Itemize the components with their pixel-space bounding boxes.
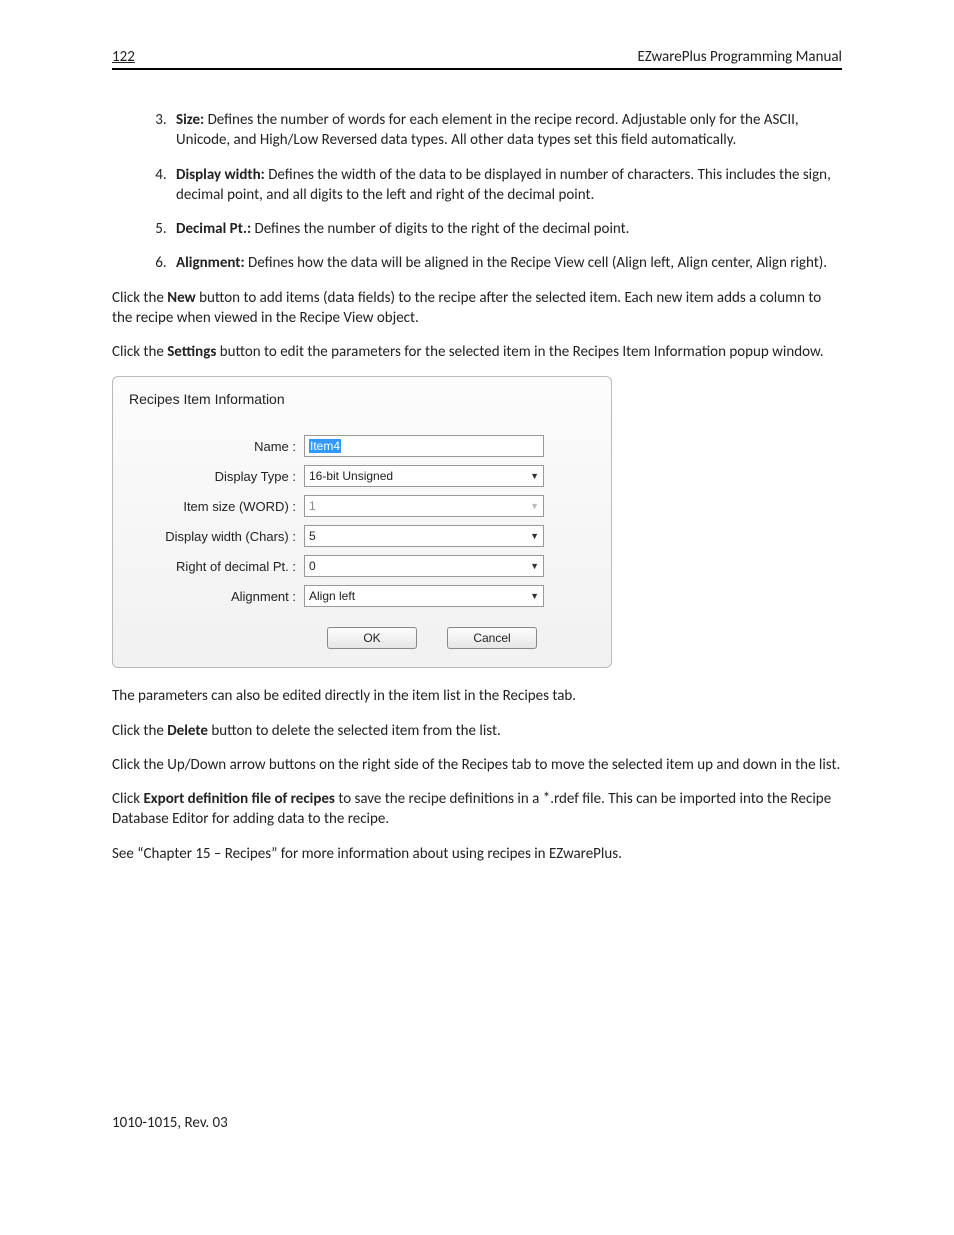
display-type-value: 16-bit Unsigned — [309, 469, 393, 483]
list-term: Decimal Pt.: — [176, 220, 251, 238]
list-term: Size: — [176, 111, 204, 129]
list-term: Display width: — [176, 166, 265, 184]
row-display-width: Display width (Chars) : 5 ▼ — [129, 525, 595, 547]
list-text: Defines how the data will be aligned in … — [248, 254, 827, 272]
page-header: 122 EZwarePlus Programming Manual — [112, 48, 842, 70]
ok-button[interactable]: OK — [327, 627, 417, 649]
list-text: Defines the number of words for each ele… — [176, 111, 799, 149]
paragraph-updown: Click the Up/Down arrow buttons on the r… — [112, 755, 842, 775]
alignment-select[interactable]: Align left ▼ — [304, 585, 544, 607]
dialog-button-row: OK Cancel — [129, 627, 595, 649]
row-alignment: Alignment : Align left ▼ — [129, 585, 595, 607]
list-item: Alignment: Defines how the data will be … — [170, 253, 842, 273]
list-item: Decimal Pt.: Defines the number of digit… — [170, 219, 842, 239]
paragraph-edit-direct: The parameters can also be edited direct… — [112, 686, 842, 706]
label-decimal-pt: Right of decimal Pt. : — [129, 559, 304, 574]
chevron-down-icon: ▼ — [530, 471, 539, 481]
page-footer: 1010-1015, Rev. 03 — [112, 1114, 842, 1132]
list-text: Defines the width of the data to be disp… — [176, 166, 831, 204]
label-name: Name : — [129, 439, 304, 454]
decimal-pt-select[interactable]: 0 ▼ — [304, 555, 544, 577]
header-title: EZwarePlus Programming Manual — [637, 48, 842, 66]
list-term: Alignment: — [176, 254, 245, 272]
page-number: 122 — [112, 48, 135, 66]
name-input[interactable]: Item4 — [304, 435, 544, 457]
list-item: Display width: Defines the width of the … — [170, 165, 842, 206]
paragraph-new: Click the New button to add items (data … — [112, 288, 842, 329]
display-width-value: 5 — [309, 529, 316, 543]
chevron-down-icon: ▼ — [530, 591, 539, 601]
paragraph-export: Click Export definition file of recipes … — [112, 789, 842, 830]
paragraph-see-chapter: See “Chapter 15 – Recipes” for more info… — [112, 844, 842, 864]
row-decimal-pt: Right of decimal Pt. : 0 ▼ — [129, 555, 595, 577]
chevron-down-icon: ▼ — [530, 531, 539, 541]
page-content: 122 EZwarePlus Programming Manual Size: … — [0, 0, 954, 1172]
list-text: Defines the number of digits to the righ… — [255, 220, 630, 238]
label-display-width: Display width (Chars) : — [129, 529, 304, 544]
row-display-type: Display Type : 16-bit Unsigned ▼ — [129, 465, 595, 487]
label-display-type: Display Type : — [129, 469, 304, 484]
recipes-item-dialog: Recipes Item Information Name : Item4 Di… — [112, 376, 612, 668]
alignment-value: Align left — [309, 589, 355, 603]
cancel-button[interactable]: Cancel — [447, 627, 537, 649]
chevron-down-icon: ▼ — [530, 561, 539, 571]
name-value: Item4 — [309, 439, 341, 453]
display-width-select[interactable]: 5 ▼ — [304, 525, 544, 547]
label-alignment: Alignment : — [129, 589, 304, 604]
row-item-size: Item size (WORD) : 1 ▼ — [129, 495, 595, 517]
list-item: Size: Defines the number of words for ea… — [170, 110, 842, 151]
paragraph-settings: Click the Settings button to edit the pa… — [112, 342, 842, 362]
row-name: Name : Item4 — [129, 435, 595, 457]
display-type-select[interactable]: 16-bit Unsigned ▼ — [304, 465, 544, 487]
paragraph-delete: Click the Delete button to delete the se… — [112, 721, 842, 741]
chevron-down-icon: ▼ — [530, 501, 539, 511]
item-size-select: 1 ▼ — [304, 495, 544, 517]
dialog-title: Recipes Item Information — [129, 387, 595, 407]
definition-list: Size: Defines the number of words for ea… — [112, 110, 842, 274]
label-item-size: Item size (WORD) : — [129, 499, 304, 514]
item-size-value: 1 — [309, 499, 316, 513]
decimal-pt-value: 0 — [309, 559, 316, 573]
